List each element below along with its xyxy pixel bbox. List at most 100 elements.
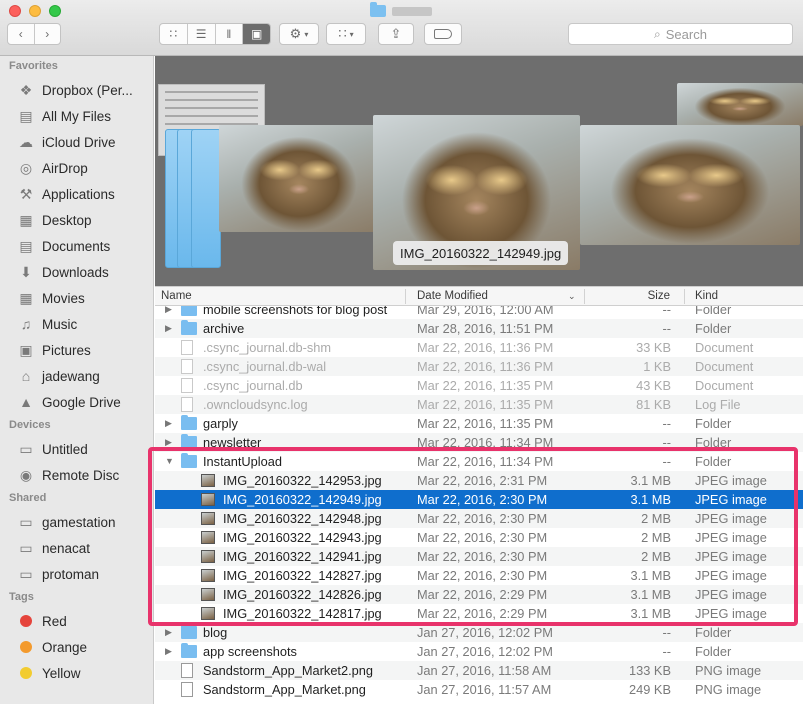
- sidebar-item-dropbox-per[interactable]: ❖ Dropbox (Per...: [0, 77, 153, 103]
- file-row[interactable]: IMG_20160322_142827.jpg Mar 22, 2016, 2:3…: [155, 566, 803, 585]
- file-date: Mar 22, 2016, 11:34 PM: [417, 454, 554, 469]
- file-date: Mar 22, 2016, 11:35 PM: [417, 397, 554, 412]
- folder-row[interactable]: ▶ blog Jan 27, 2016, 12:02 PM -- Folder: [155, 623, 803, 642]
- search-field[interactable]: ⌕ Search: [568, 23, 793, 45]
- kind-column-header[interactable]: Kind: [695, 287, 718, 306]
- cover-flow-view-button[interactable]: ▣: [243, 24, 270, 44]
- cloud-icon: ☁: [19, 133, 33, 150]
- folder-row[interactable]: ▶ garply Mar 22, 2016, 11:35 PM -- Folder: [155, 414, 803, 433]
- file-row[interactable]: .csync_journal.db-shm Mar 22, 2016, 11:36…: [155, 338, 803, 357]
- file-name: IMG_20160322_142941.jpg: [223, 549, 382, 564]
- zoom-window-button[interactable]: [49, 5, 61, 17]
- file-row[interactable]: IMG_20160322_142941.jpg Mar 22, 2016, 2:3…: [155, 547, 803, 566]
- sidebar-item-orange[interactable]: Orange: [0, 634, 153, 660]
- file-row[interactable]: .csync_journal.db-wal Mar 22, 2016, 11:36…: [155, 357, 803, 376]
- file-name: archive: [203, 321, 245, 336]
- sidebar-item-google-drive[interactable]: ▲ Google Drive: [0, 389, 153, 415]
- disclosure-collapsed-icon[interactable]: ▶: [165, 306, 172, 319]
- disclosure-collapsed-icon[interactable]: ▶: [165, 642, 172, 661]
- file-name: mobile screenshots for blog post: [203, 306, 388, 317]
- cover-flow-preview[interactable]: IMG_20160322_142949.jpg: [155, 56, 803, 286]
- back-button[interactable]: ‹: [8, 24, 35, 44]
- share-icon: ⇪: [390, 26, 402, 41]
- sidebar-item-all-my-files[interactable]: ▤ All My Files: [0, 103, 153, 129]
- sidebar-item-untitled[interactable]: ▭ Untitled: [0, 436, 153, 462]
- file-name: app screenshots: [203, 644, 297, 659]
- edit-tags-button[interactable]: [424, 23, 462, 45]
- sidebar-item-gamestation[interactable]: ▭ gamestation: [0, 509, 153, 535]
- icon-view-button[interactable]: ∷: [160, 24, 188, 44]
- disclosure-collapsed-icon[interactable]: ▶: [165, 319, 172, 338]
- sidebar-item-jadewang[interactable]: ⌂ jadewang: [0, 363, 153, 389]
- sidebar-item-applications[interactable]: ⚒ Applications: [0, 181, 153, 207]
- date-modified-column-header[interactable]: Date Modified: [417, 287, 488, 306]
- action-menu-button[interactable]: ⚙ ▾: [279, 23, 319, 45]
- folder-row[interactable]: ▶ archive Mar 28, 2016, 11:51 PM -- Folder: [155, 319, 803, 338]
- devices-section-header: Devices: [9, 419, 51, 431]
- sidebar-item-icloud-drive[interactable]: ☁ iCloud Drive: [0, 129, 153, 155]
- disclosure-expanded-icon[interactable]: ▼: [165, 452, 174, 471]
- sidebar-item-red[interactable]: Red: [0, 608, 153, 634]
- column-separator[interactable]: [405, 289, 406, 304]
- sidebar-item-remote-disc[interactable]: ◉ Remote Disc: [0, 462, 153, 488]
- file-row[interactable]: IMG_20160322_142943.jpg Mar 22, 2016, 2:3…: [155, 528, 803, 547]
- cover-flow-image-thumbnail[interactable]: [219, 125, 379, 232]
- forward-button[interactable]: ›: [35, 24, 61, 44]
- file-kind: JPEG image: [695, 549, 767, 564]
- minimize-window-button[interactable]: [29, 5, 41, 17]
- png-file-icon: [181, 663, 193, 678]
- file-size: --: [662, 625, 671, 640]
- sidebar-item-documents[interactable]: ▤ Documents: [0, 233, 153, 259]
- column-view-button[interactable]: ‖: [216, 24, 244, 44]
- file-date: Jan 27, 2016, 11:58 AM: [417, 663, 552, 678]
- size-column-header[interactable]: Size: [625, 287, 670, 306]
- file-row[interactable]: Sandstorm_App_Market.png Jan 27, 2016, 11…: [155, 680, 803, 699]
- tag-color-dot-icon: [20, 615, 32, 627]
- sidebar-item-nenacat[interactable]: ▭ nenacat: [0, 535, 153, 561]
- desktop-icon: ▦: [19, 211, 33, 228]
- computer-icon: ▭: [19, 513, 33, 530]
- share-button[interactable]: ⇪: [378, 23, 414, 45]
- file-row[interactable]: .csync_journal.db Mar 22, 2016, 11:35 PM 4…: [155, 376, 803, 395]
- disclosure-collapsed-icon[interactable]: ▶: [165, 433, 172, 452]
- file-row[interactable]: IMG_20160322_142826.jpg Mar 22, 2016, 2:2…: [155, 585, 803, 604]
- cover-flow-image-thumbnail[interactable]: [677, 83, 803, 126]
- sidebar-item-music[interactable]: ♫ Music: [0, 311, 153, 337]
- name-column-header[interactable]: Name: [161, 287, 192, 306]
- file-row[interactable]: IMG_20160322_142948.jpg Mar 22, 2016, 2:3…: [155, 509, 803, 528]
- folder-row[interactable]: ▼ InstantUpload Mar 22, 2016, 11:34 PM -- Fo…: [155, 452, 803, 471]
- cover-flow-image-thumbnail[interactable]: [580, 125, 800, 245]
- folder-row[interactable]: ▶ app screenshots Jan 27, 2016, 12:02 PM --…: [155, 642, 803, 661]
- cover-flow-folder-thumbnail[interactable]: [191, 129, 221, 268]
- dropdown-arrow-icon: ▾: [349, 29, 354, 39]
- sidebar-item-downloads[interactable]: ⬇ Downloads: [0, 259, 153, 285]
- folder-row[interactable]: ▶ mobile screenshots for blog post Mar 29,…: [155, 306, 803, 319]
- sidebar-item-protoman[interactable]: ▭ protoman: [0, 561, 153, 587]
- file-size: 2 MB: [641, 549, 671, 564]
- file-row[interactable]: Sandstorm_App_Market2.png Jan 27, 2016, 1…: [155, 661, 803, 680]
- file-size: --: [662, 416, 671, 431]
- file-date: Mar 22, 2016, 2:30 PM: [417, 568, 548, 583]
- arrange-menu-button[interactable]: ∷ ▾: [326, 23, 366, 45]
- file-row[interactable]: IMG_20160322_142953.jpg Mar 22, 2016, 2:3…: [155, 471, 803, 490]
- folder-row[interactable]: ▶ newsletter Mar 22, 2016, 11:34 PM -- Folde…: [155, 433, 803, 452]
- column-separator[interactable]: [684, 289, 685, 304]
- file-kind: Folder: [695, 306, 732, 317]
- list-view-button[interactable]: ☰: [188, 24, 216, 44]
- sidebar-item-pictures[interactable]: ▣ Pictures: [0, 337, 153, 363]
- file-row[interactable]: IMG_20160322_142949.jpg Mar 22, 2016, 2:3…: [155, 490, 803, 509]
- computer-icon: ▭: [19, 539, 33, 556]
- sidebar-item-airdrop[interactable]: ◎ AirDrop: [0, 155, 153, 181]
- file-row[interactable]: IMG_20160322_142817.jpg Mar 22, 2016, 2:2…: [155, 604, 803, 623]
- disclosure-collapsed-icon[interactable]: ▶: [165, 623, 172, 642]
- column-separator[interactable]: [584, 289, 585, 304]
- disclosure-collapsed-icon[interactable]: ▶: [165, 414, 172, 433]
- sidebar-item-movies[interactable]: ▦ Movies: [0, 285, 153, 311]
- file-row[interactable]: .owncloudsync.log Mar 22, 2016, 11:35 PM 8…: [155, 395, 803, 414]
- sidebar-item-label: Documents: [42, 238, 111, 254]
- file-name: .csync_journal.db-wal: [203, 359, 327, 374]
- close-window-button[interactable]: [9, 5, 21, 17]
- sidebar-item-yellow[interactable]: Yellow: [0, 660, 153, 686]
- sidebar-item-desktop[interactable]: ▦ Desktop: [0, 207, 153, 233]
- window-title-text: [392, 6, 432, 16]
